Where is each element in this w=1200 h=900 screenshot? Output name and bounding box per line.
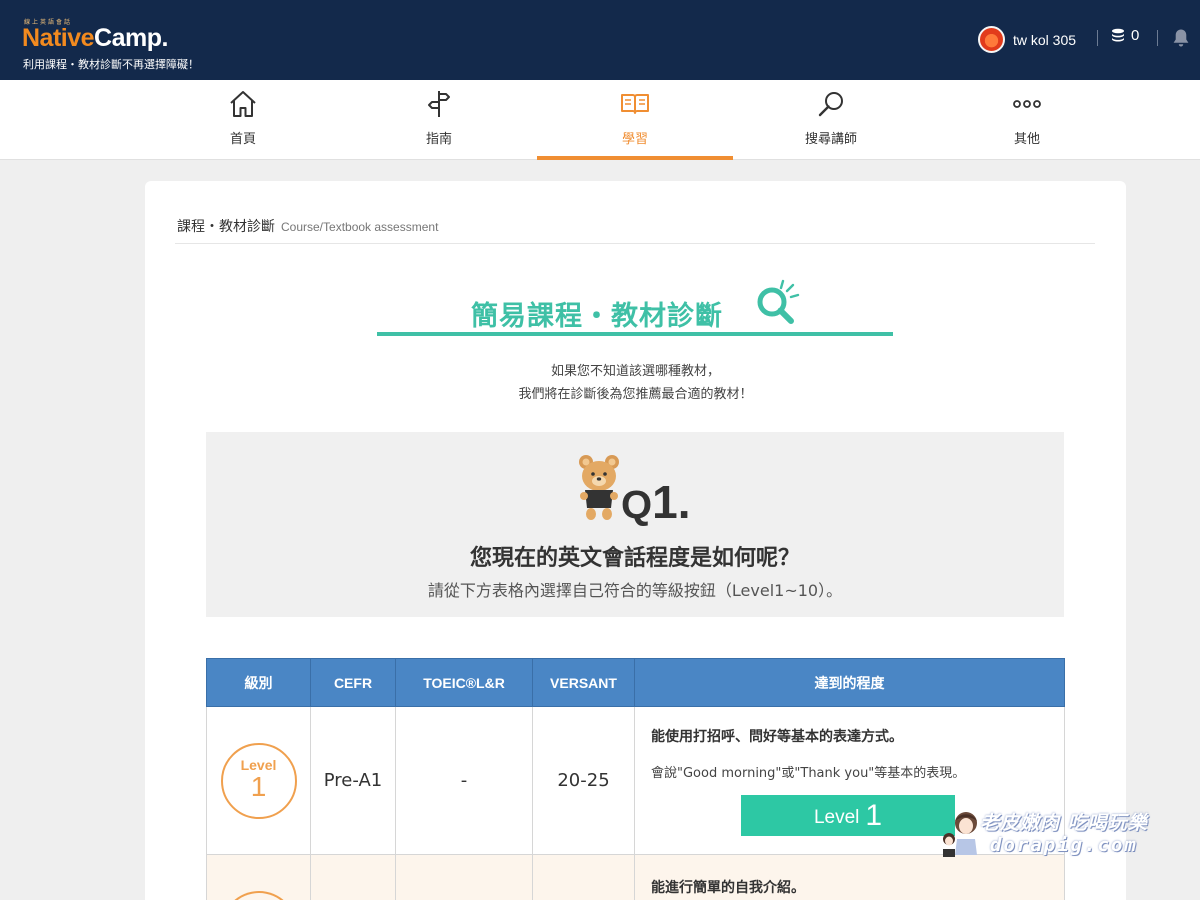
- nav-item-home[interactable]: 首頁: [145, 80, 341, 160]
- level-badge-word: Level: [240, 756, 277, 773]
- nav-item-study[interactable]: 學習: [537, 80, 733, 160]
- question-box: Q1. 您現在的英文會話程度是如何呢？ 請從下方表格內選擇自己符合的等級按鈕（L…: [206, 432, 1064, 617]
- nativecamp-logo[interactable]: NativeCamp.: [22, 24, 168, 53]
- page-title: 簡易課程・教材診斷: [471, 301, 723, 332]
- toeic-cell: [395, 854, 533, 900]
- level-description: 能進行簡單的自我介紹。: [651, 880, 805, 896]
- column-header: TOEIC®L&R: [395, 658, 533, 707]
- main-nav: 首頁 指南 學習 搜尋講師 其他: [0, 80, 1200, 160]
- question-subtitle: 請從下方表格內選擇自己符合的等級按鈕（Level1~10）。: [427, 581, 843, 600]
- description-cell: 能進行簡單的自我介紹。: [634, 854, 1065, 900]
- table-row: Level 1 Pre-A1 - 20-25 能使用打招呼、問好等基本的表達方式…: [206, 706, 1065, 855]
- coin-count: 0: [1131, 27, 1140, 44]
- versant-cell: [532, 854, 635, 900]
- level-table: 級別 CEFR TOEIC®L&R VERSANT 達到的程度 Level 1 …: [206, 658, 1065, 900]
- bear-mascot-icon: [579, 455, 619, 520]
- column-header: 級別: [206, 658, 311, 707]
- nav-item-guide[interactable]: 指南: [341, 80, 537, 160]
- level-cell: Level 1: [206, 706, 311, 855]
- nav-label-search: 搜尋講師: [804, 132, 857, 147]
- header-divider: [1157, 30, 1158, 46]
- magnifier-icon: [757, 279, 800, 324]
- bell-icon[interactable]: [1172, 28, 1190, 48]
- column-header: CEFR: [310, 658, 396, 707]
- intro-line-2: 我們將在診斷後為您推薦最合適的教材！: [518, 387, 753, 402]
- intro-line-1: 如果您不知道該選哪種教材，: [550, 364, 720, 379]
- header-divider: [1097, 30, 1098, 46]
- logo-camp-text: Camp.: [94, 24, 168, 52]
- nav-label-guide: 指南: [425, 132, 452, 147]
- title-underline: [377, 332, 893, 336]
- content-card: 課程・教材診斷 Course/Textbook assessment 簡易課程・教…: [145, 181, 1126, 900]
- select-level-1-button[interactable]: Level 1: [741, 794, 955, 836]
- nav-label-study: 學習: [621, 132, 648, 147]
- username: tw kol 305: [1013, 31, 1077, 48]
- top-header: 線上英語會話 NativeCamp. 利用課程・教材診斷不再選擇障礙！ tw k…: [0, 0, 1200, 80]
- cefr-cell: Pre-A1: [310, 706, 396, 855]
- breadcrumb-divider: [175, 243, 1095, 244]
- home-icon: [230, 91, 256, 117]
- level-button-word: Level: [813, 806, 860, 828]
- breadcrumb-english: Course/Textbook assessment: [281, 220, 439, 234]
- header-tagline: 利用課程・教材診斷不再選擇障礙！: [23, 58, 199, 71]
- watermark-text-url: dorapig.com: [990, 834, 1138, 856]
- toeic-cell: -: [395, 706, 533, 855]
- logo-native-text: Native: [22, 24, 95, 52]
- blog-watermark: 老皮嫩肉 吃喝玩樂 dorapig.com: [940, 805, 1180, 860]
- nav-item-search-teachers[interactable]: 搜尋講師: [733, 80, 929, 160]
- column-header: 達到的程度: [634, 658, 1065, 707]
- coin-balance[interactable]: 0: [1111, 27, 1139, 44]
- nav-item-other[interactable]: 其他: [929, 80, 1125, 160]
- nav-label-home: 首頁: [229, 132, 256, 147]
- book-icon: [621, 94, 649, 114]
- level-badge-number: 1: [250, 770, 267, 802]
- breadcrumb-title: 課程・教材診斷: [177, 219, 275, 235]
- watermark-text-chinese: 老皮嫩肉 吃喝玩樂: [980, 812, 1148, 834]
- more-icon: [1013, 100, 1041, 108]
- breadcrumb: 課程・教材診斷 Course/Textbook assessment: [177, 216, 438, 236]
- level-button-number: 1: [865, 798, 883, 832]
- question-digit: 1.: [652, 476, 691, 528]
- level-description: 能使用打招呼、問好等基本的表達方式。: [651, 728, 903, 745]
- nav-label-other: 其他: [1013, 132, 1040, 147]
- user-menu[interactable]: tw kol 305: [978, 26, 1076, 53]
- signpost-icon: [428, 91, 450, 117]
- watermark-avatar-icon: [943, 812, 977, 857]
- table-row: 能進行簡單的自我介紹。: [206, 854, 1065, 900]
- question-number: Q1.: [621, 475, 691, 529]
- table-header-row: 級別 CEFR TOEIC®L&R VERSANT 達到的程度: [206, 658, 1065, 707]
- level-badge: [220, 891, 297, 900]
- level-cell: [206, 854, 311, 900]
- cefr-cell: [310, 854, 396, 900]
- question-title: 您現在的英文會話程度是如何呢？: [469, 546, 800, 571]
- avatar: [978, 26, 1005, 53]
- column-header: VERSANT: [532, 658, 635, 707]
- question-letter: Q: [621, 483, 653, 527]
- level-badge: Level 1: [220, 742, 297, 819]
- level-example: 會說"Good morning"或"Thank you"等基本的表現。: [651, 765, 966, 781]
- search-icon: [818, 92, 843, 117]
- versant-cell: 20-25: [532, 706, 635, 855]
- coins-icon: [1112, 28, 1124, 41]
